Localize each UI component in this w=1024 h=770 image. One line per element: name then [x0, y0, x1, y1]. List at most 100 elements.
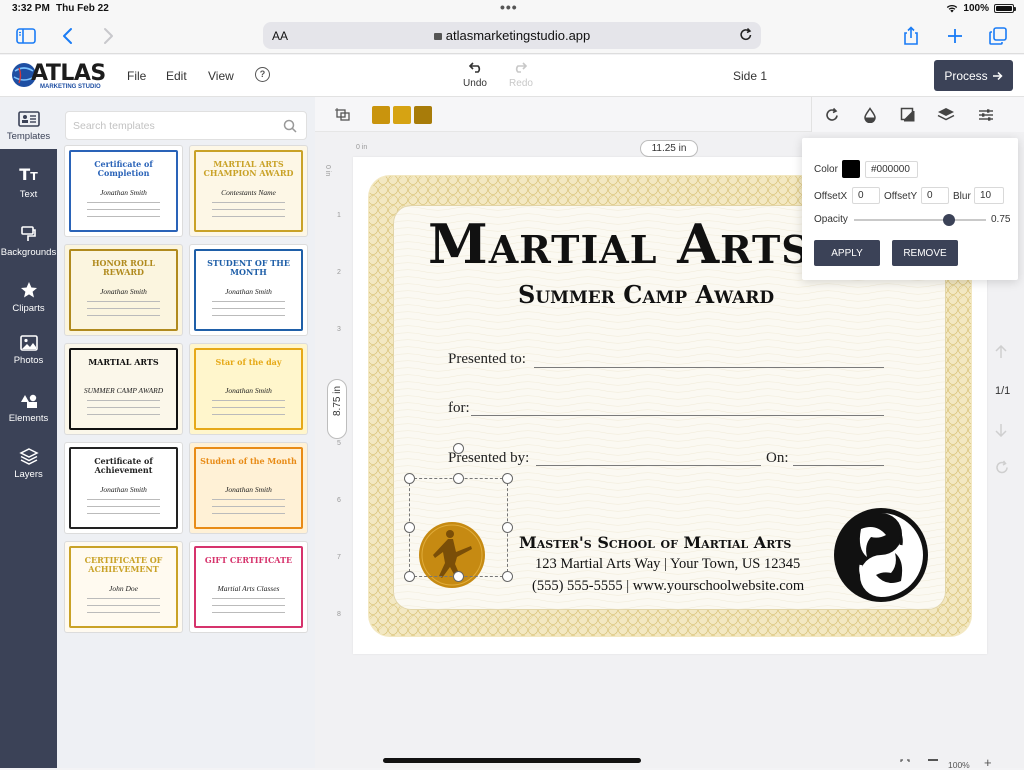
resize-handle-r[interactable] — [502, 522, 513, 533]
template-search-input[interactable] — [66, 112, 276, 139]
redo-button[interactable]: Redo — [501, 61, 541, 89]
dragon-emblem-icon[interactable] — [831, 505, 931, 605]
template-thumbnail[interactable]: Certificate of Achievement Jonathan Smith — [65, 443, 182, 533]
nav-layers[interactable]: Layers — [0, 435, 57, 487]
resize-handle-br[interactable] — [502, 571, 513, 582]
thumbnail-text-line — [212, 414, 285, 415]
back-icon[interactable] — [56, 24, 80, 48]
nav-backgrounds[interactable]: Backgrounds — [0, 213, 57, 265]
offset-x-input[interactable]: 0 — [852, 187, 880, 204]
thumbnail-text-line — [87, 414, 160, 415]
page-indicator: 1/1 — [995, 385, 1011, 397]
backgrounds-icon — [20, 226, 36, 241]
undo-button[interactable]: Undo — [455, 61, 495, 89]
zoom-out-icon[interactable] — [928, 759, 938, 761]
page-down-icon[interactable] — [995, 423, 1009, 440]
template-thumbnail[interactable]: MARTIAL ARTS CHAMPION AWARD Contestants N… — [190, 146, 307, 236]
color-swatch-1[interactable] — [372, 106, 390, 124]
for-label[interactable]: for: — [448, 400, 470, 417]
nav-templates-label: Templates — [6, 131, 51, 142]
rotate-icon[interactable] — [822, 105, 842, 125]
search-icon[interactable] — [283, 119, 297, 138]
color-swatch-2[interactable] — [393, 106, 411, 124]
templates-panel: Certificate of Completion Jonathan Smith M… — [57, 97, 315, 768]
thumbnail-text-line — [212, 598, 285, 599]
side-label: Side 1 — [733, 69, 768, 83]
resize-handle-b[interactable] — [453, 571, 464, 582]
school-address[interactable]: 123 Martial Arts Way | Your Town, US 123… — [535, 556, 800, 573]
resize-handle-l[interactable] — [404, 522, 415, 533]
blur-input[interactable]: 10 — [974, 187, 1004, 204]
presented-to-line — [534, 367, 884, 368]
share-icon[interactable] — [899, 24, 923, 48]
resize-handle-bl[interactable] — [404, 571, 415, 582]
multitasking-dots-icon[interactable]: ••• — [500, 0, 518, 15]
resize-handle-t[interactable] — [453, 473, 464, 484]
shadow-color-swatch[interactable] — [842, 160, 860, 178]
rotate-handle[interactable] — [453, 443, 464, 454]
school-name[interactable]: Master's School of Martial Arts — [519, 533, 791, 552]
template-thumbnail[interactable]: CERTIFICATE OF ACHIEVEMENT John Doe — [65, 542, 182, 632]
opacity-slider[interactable] — [854, 214, 986, 226]
refresh-icon[interactable] — [995, 460, 1009, 477]
page-up-icon[interactable] — [995, 344, 1009, 362]
thumbnail-text-line — [212, 209, 285, 210]
presented-to-label[interactable]: Presented to: — [448, 351, 526, 368]
tabs-overview-icon[interactable] — [986, 24, 1010, 48]
nav-text-label: Text — [19, 189, 38, 200]
fill-drop-icon[interactable] — [860, 105, 880, 125]
color-swatch-3[interactable] — [414, 106, 432, 124]
thumbnail-title: Certificate of Achievement — [94, 456, 153, 475]
certificate-title[interactable]: Martial Arts — [428, 212, 810, 276]
menu-view[interactable]: View — [208, 69, 234, 83]
nav-photos[interactable]: Photos — [0, 321, 57, 373]
thumbnail-text-line — [87, 216, 160, 217]
template-thumbnail[interactable]: STUDENT OF THE MONTH Jonathan Smith — [190, 245, 307, 335]
resize-handle-tr[interactable] — [502, 473, 513, 484]
reload-icon[interactable] — [739, 27, 753, 45]
on-label[interactable]: On: — [766, 450, 789, 467]
new-tab-icon[interactable] — [943, 24, 967, 48]
address-bar[interactable]: AA atlasmarketingstudio.app — [263, 22, 761, 49]
fit-to-grid-icon[interactable] — [334, 107, 352, 128]
template-thumbnail[interactable]: HONOR ROLL REWARD Jonathan Smith — [65, 245, 182, 335]
forward-icon[interactable] — [96, 24, 120, 48]
school-contact[interactable]: (555) 555-5555 | www.yourschoolwebsite.c… — [532, 578, 804, 595]
thumbnail-text-line — [87, 315, 160, 316]
help-icon[interactable]: ? — [255, 67, 270, 82]
opacity-slider-thumb[interactable] — [943, 214, 955, 226]
star-icon — [20, 282, 37, 298]
template-thumbnail[interactable]: Student of the Month Jonathan Smith — [190, 443, 307, 533]
canvas-toolbar — [315, 97, 1024, 132]
offset-y-input[interactable]: 0 — [921, 187, 949, 204]
apply-button[interactable]: APPLY — [814, 240, 880, 266]
thumbnail-text-line — [87, 308, 160, 309]
nav-text[interactable]: TT Text — [0, 155, 57, 207]
fullscreen-icon[interactable] — [900, 759, 910, 770]
sidebar-toggle-icon[interactable] — [14, 24, 38, 48]
template-thumbnail[interactable]: MARTIAL ARTS SUMMER CAMP AWARD — [65, 344, 182, 434]
layer-order-icon[interactable] — [936, 105, 956, 125]
atlas-logo[interactable]: ATLAS MARKETING STUDIO — [10, 59, 106, 93]
browser-bar: AA atlasmarketingstudio.app — [0, 18, 1024, 54]
nav-cliparts[interactable]: Cliparts — [0, 269, 57, 321]
layers-icon — [18, 448, 39, 465]
remove-button[interactable]: REMOVE — [892, 240, 958, 266]
nav-elements[interactable]: Elements — [0, 379, 57, 431]
ruler-v-mark-8: 8 — [337, 611, 341, 618]
menu-file[interactable]: File — [127, 69, 146, 83]
shadow-color-input[interactable]: #000000 — [865, 161, 918, 178]
menu-edit[interactable]: Edit — [166, 69, 187, 83]
adjustments-icon[interactable] — [976, 105, 996, 125]
template-thumbnail[interactable]: Star of the day Jonathan Smith — [190, 344, 307, 434]
certificate-subtitle[interactable]: Summer Camp Award — [518, 280, 774, 309]
shadow-icon[interactable] — [898, 105, 918, 125]
template-thumbnail[interactable]: Certificate of Completion Jonathan Smith — [65, 146, 182, 236]
template-thumbnail[interactable]: GIFT CERTIFICATE Martial Arts Classes — [190, 542, 307, 632]
ruler-v-mark-2: 2 — [337, 269, 341, 276]
nav-templates[interactable]: Templates — [0, 97, 57, 149]
process-button[interactable]: Process — [934, 60, 1013, 91]
wifi-icon — [947, 4, 958, 13]
resize-handle-tl[interactable] — [404, 473, 415, 484]
ruler-v-mark-7: 7 — [337, 554, 341, 561]
